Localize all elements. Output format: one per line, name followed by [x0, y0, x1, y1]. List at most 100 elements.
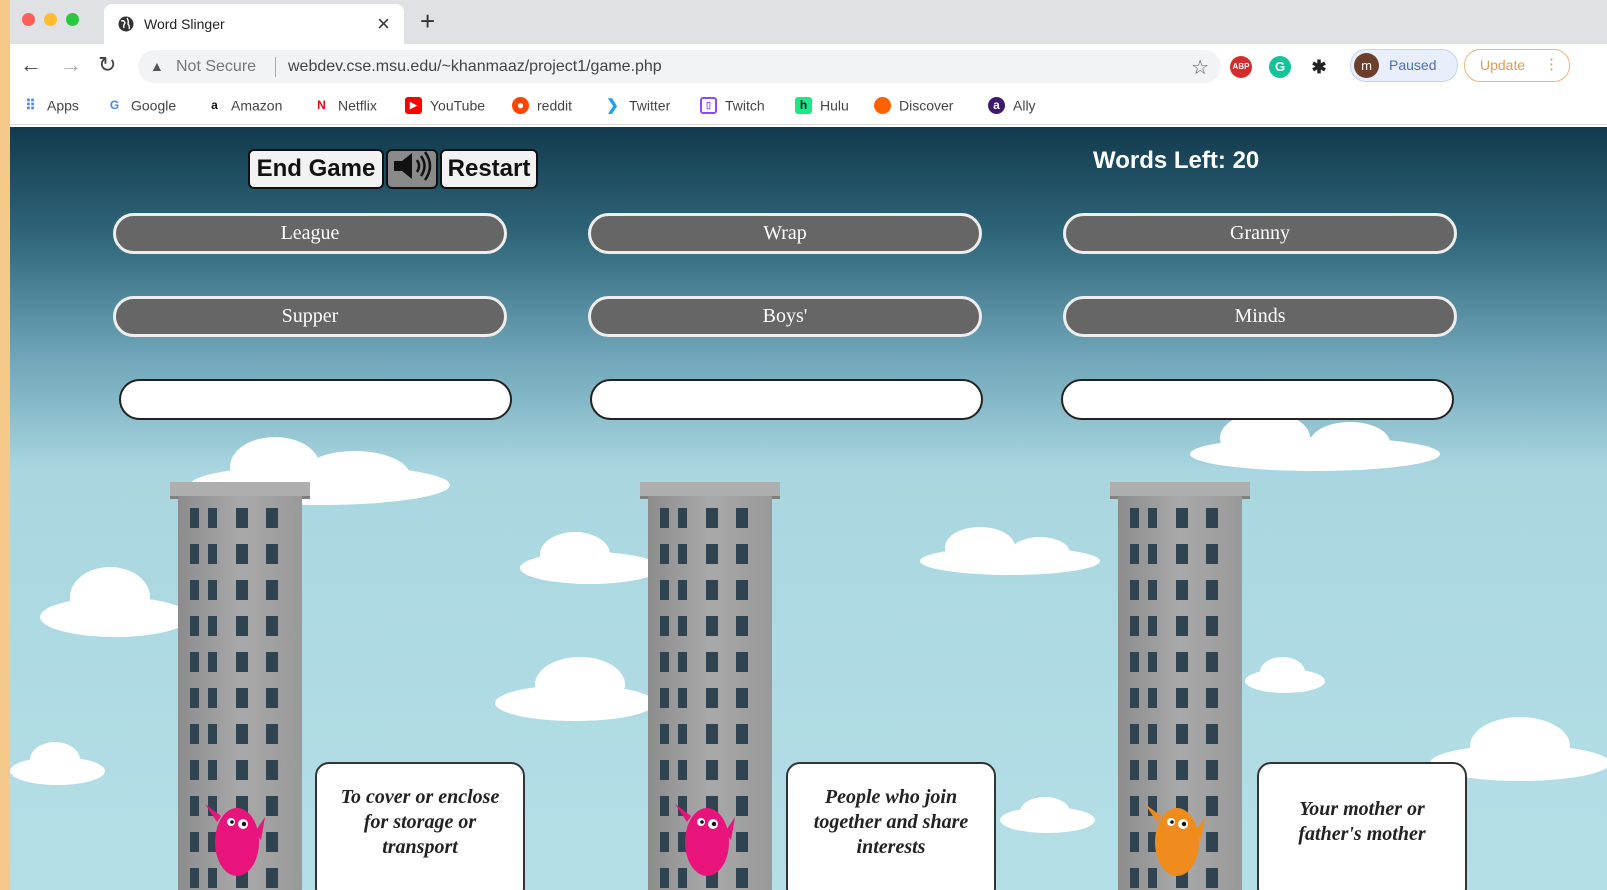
bookmark-twitter[interactable]: ❯ Twitter — [604, 96, 670, 116]
tower-window — [1130, 616, 1139, 636]
tower-window — [1206, 616, 1218, 636]
tower-window — [1148, 616, 1157, 636]
divider — [275, 57, 276, 77]
warning-triangle-icon: ▲ — [150, 58, 164, 74]
hulu-icon: h — [795, 96, 812, 114]
forward-arrow-icon[interactable]: → — [60, 52, 82, 78]
tower-window — [208, 724, 217, 744]
tower-window — [266, 868, 278, 888]
answer-slot[interactable] — [1061, 379, 1454, 420]
tower-window — [266, 688, 278, 708]
answer-slot[interactable] — [119, 379, 512, 420]
back-arrow-icon[interactable]: ← — [20, 52, 42, 78]
tower-window — [1130, 832, 1139, 852]
restart-button[interactable]: Restart — [440, 149, 538, 189]
security-status[interactable]: Not Secure — [176, 58, 256, 76]
sound-toggle-button[interactable] — [386, 149, 438, 189]
browser-toolbar: ← → ↻ ▲ Not Secure webdev.cse.msu.edu/~k… — [10, 44, 1607, 88]
word-choice-button[interactable]: Supper — [113, 296, 507, 337]
youtube-icon: ▶ — [405, 96, 422, 114]
google-icon: G — [109, 97, 120, 112]
tower-window — [1176, 688, 1188, 708]
end-game-button[interactable]: End Game — [248, 149, 384, 189]
minimize-window-button[interactable] — [44, 13, 57, 26]
bookmark-label: Twitch — [725, 97, 765, 114]
tower-window — [236, 760, 248, 780]
tower-window — [660, 868, 669, 888]
game-canvas: End Game Restart Words Left: 20 League W… — [10, 127, 1607, 890]
tower-window — [208, 544, 217, 564]
tower-window — [736, 580, 748, 600]
tower-window — [660, 832, 669, 852]
netflix-icon: N — [317, 97, 326, 112]
answer-slot[interactable] — [590, 379, 983, 420]
bookmark-label: Hulu — [820, 97, 849, 114]
reddit-icon: ● — [512, 96, 529, 114]
reload-icon[interactable]: ↻ — [98, 52, 116, 78]
bookmark-twitch[interactable]: ▯ Twitch — [700, 96, 765, 116]
tower-window — [1206, 724, 1218, 744]
tower-window — [736, 544, 748, 564]
address-bar[interactable]: ▲ Not Secure webdev.cse.msu.edu/~khanmaa… — [138, 50, 1221, 83]
pink-monster-character — [205, 804, 265, 876]
bookmark-label: Discover — [899, 97, 954, 114]
grammarly-extension-icon[interactable]: G — [1269, 56, 1291, 78]
tower-window — [190, 760, 199, 780]
more-menu-icon[interactable]: ⋮ — [1544, 55, 1559, 73]
browser-window: Word Slinger × + ← → ↻ ▲ Not Secure webd… — [10, 0, 1607, 890]
word-choice-button[interactable]: Granny — [1063, 213, 1457, 254]
adblock-extension-icon[interactable]: ABP — [1230, 56, 1252, 78]
tower-window — [190, 544, 199, 564]
tower-window — [1176, 580, 1188, 600]
new-tab-button[interactable]: + — [420, 6, 435, 37]
word-choice-button[interactable]: Boys' — [588, 296, 982, 337]
tower-window — [678, 652, 687, 672]
tower-window — [678, 544, 687, 564]
puzzle-extensions-icon[interactable]: ✱ — [1308, 56, 1330, 78]
bookmark-ally[interactable]: a Ally — [988, 96, 1036, 116]
bookmark-star-icon[interactable]: ☆ — [1191, 55, 1209, 80]
tower-window — [1176, 508, 1188, 528]
bookmark-discover[interactable]: Discover — [874, 96, 953, 116]
tower-window — [736, 652, 748, 672]
word-choice-button[interactable]: Wrap — [588, 213, 982, 254]
bookmark-amazon[interactable]: a Amazon — [206, 96, 282, 116]
profile-button[interactable]: m Paused — [1350, 49, 1458, 82]
url-text[interactable]: webdev.cse.msu.edu/~khanmaaz/project1/ga… — [288, 58, 662, 76]
tower-window — [1130, 688, 1139, 708]
update-button[interactable]: Update ⋮ — [1464, 49, 1570, 82]
tower-window — [1130, 580, 1139, 600]
tower-window — [660, 688, 669, 708]
tower-window — [190, 868, 199, 888]
globe-icon — [118, 16, 134, 32]
word-choice-button[interactable]: Minds — [1063, 296, 1457, 337]
tower-window — [1176, 652, 1188, 672]
tower-window — [660, 580, 669, 600]
tower-window — [208, 580, 217, 600]
bookmark-label: reddit — [537, 97, 573, 114]
bookmark-netflix[interactable]: N Netflix — [313, 96, 377, 116]
tower-window — [1130, 724, 1139, 744]
tab-word-slinger[interactable]: Word Slinger × — [104, 4, 404, 44]
close-window-button[interactable] — [22, 13, 35, 26]
bookmark-reddit[interactable]: ● reddit — [512, 96, 572, 116]
bookmark-youtube[interactable]: ▶ YouTube — [405, 96, 485, 116]
bookmark-google[interactable]: G Google — [106, 96, 176, 116]
maximize-window-button[interactable] — [66, 13, 79, 26]
tower-window — [266, 760, 278, 780]
tower-window — [266, 544, 278, 564]
word-choice-button[interactable]: League — [113, 213, 507, 254]
tower-window — [736, 832, 748, 852]
tower-window — [266, 508, 278, 528]
bookmark-hulu[interactable]: h Hulu — [795, 96, 849, 116]
tower-window — [1206, 580, 1218, 600]
twitter-icon: ❯ — [606, 96, 619, 114]
close-tab-icon[interactable]: × — [377, 11, 390, 37]
tower-window — [1148, 688, 1157, 708]
tower-window — [190, 688, 199, 708]
clue-text: People who join together and share inter… — [813, 785, 969, 858]
tower-window — [1176, 760, 1188, 780]
bookmark-apps[interactable]: ⠿ Apps — [22, 96, 79, 116]
tower-window — [736, 868, 748, 888]
tower-window — [1176, 724, 1188, 744]
